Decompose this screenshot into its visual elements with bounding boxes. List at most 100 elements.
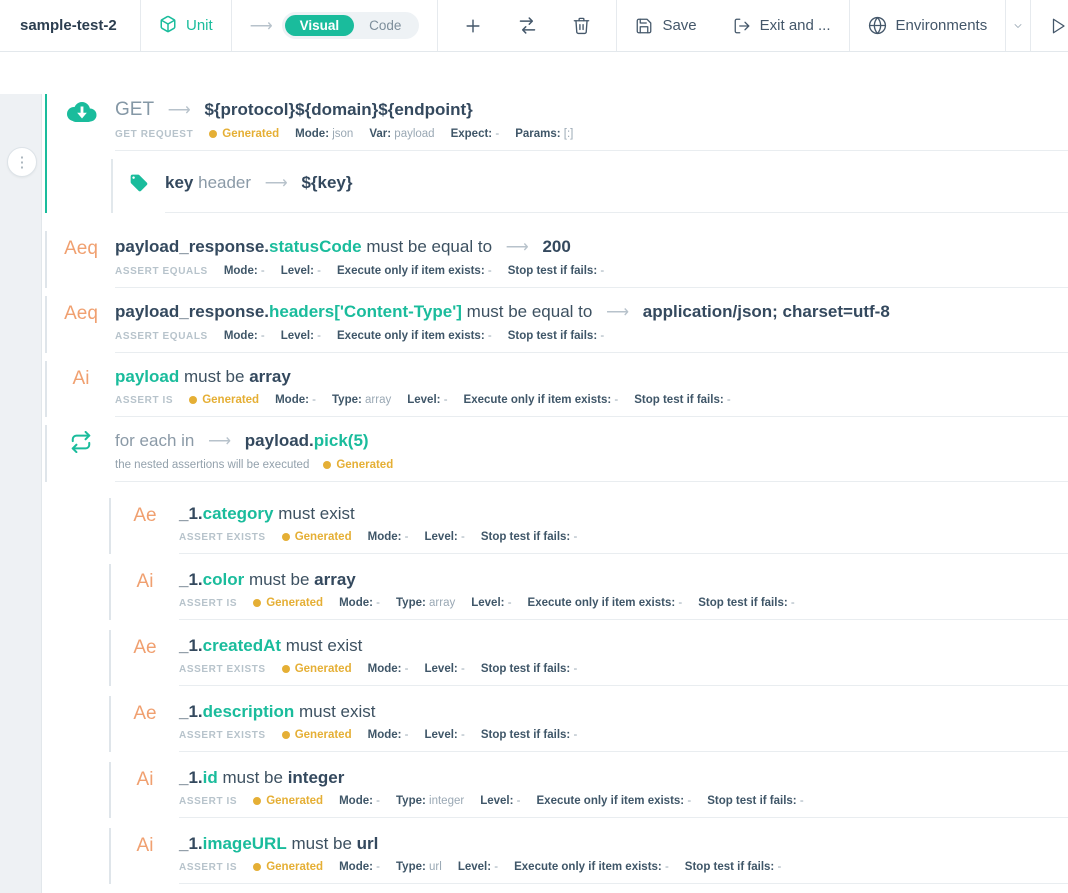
assertion-title: _1.category must exist xyxy=(179,502,1068,526)
component-type-label: ASSERT EQUALS xyxy=(115,266,208,277)
generated-dot-icon xyxy=(323,461,331,469)
component-type-label: ASSERT EXISTS xyxy=(179,664,266,675)
meta-item: Mode: json xyxy=(295,128,353,140)
assertion-component[interactable]: Ae _1.createdAt must exist ASSERT EXISTS… xyxy=(109,630,1068,686)
environments-label: Environments xyxy=(896,17,988,34)
assertion-component[interactable]: Ae _1.description must exist ASSERT EXIS… xyxy=(109,696,1068,752)
meta-item: Stop test if fails: - xyxy=(698,597,795,609)
assertion-title: _1.color must be array xyxy=(179,568,1068,592)
assert-exists-badge: Ae xyxy=(133,636,156,660)
meta-item: Level: - xyxy=(458,861,498,873)
assertion-component[interactable]: Aeq payload_response.statusCode must be … xyxy=(45,231,1068,288)
assert-is-badge: Ai xyxy=(137,570,154,594)
arrow-icon: ⟶ xyxy=(265,175,288,192)
meta-item: Stop test if fails: - xyxy=(685,861,782,873)
generated-badge: Generated xyxy=(253,597,323,609)
header-component[interactable]: key header ⟶ ${key} xyxy=(111,159,1068,213)
save-button[interactable]: Save xyxy=(616,0,714,51)
component-type-label: ASSERT EQUALS xyxy=(115,331,208,342)
swap-components-button[interactable] xyxy=(500,15,555,36)
meta-item: Mode: - xyxy=(368,531,409,543)
foreach-component[interactable]: for each in ⟶ payload.pick(5) the nested… xyxy=(45,425,1068,482)
component-menu-button[interactable]: ⋮ xyxy=(7,147,37,177)
request-method: GET xyxy=(115,99,154,120)
meta-item: Var: payload xyxy=(369,128,434,140)
meta-item: Mode: - xyxy=(339,861,380,873)
component-type-label: ASSERT IS xyxy=(179,862,237,873)
toolbar-test-name[interactable]: sample-test-2 xyxy=(0,0,140,51)
assert-exists-badge: Ae xyxy=(133,504,156,528)
delete-component-button[interactable] xyxy=(555,16,608,35)
generated-dot-icon xyxy=(282,665,290,673)
foreach-title: for each in ⟶ payload.pick(5) xyxy=(115,429,1068,454)
arrow-icon: ⟶ xyxy=(168,102,191,119)
meta-item: Stop test if fails: - xyxy=(508,265,605,277)
assertion-component[interactable]: Ae _1.category must exist ASSERT EXISTS … xyxy=(109,498,1068,554)
arrow-icon: ⟶ xyxy=(208,433,231,450)
assertion-title: _1.createdAt must exist xyxy=(179,634,1068,658)
globe-icon xyxy=(868,16,887,35)
assertion-component[interactable]: Aeq payload_response.headers['Content-Ty… xyxy=(45,296,1068,353)
component-type-label: ASSERT IS xyxy=(179,796,237,807)
environments-dropdown-toggle[interactable] xyxy=(1005,0,1031,51)
meta-item: Type: integer xyxy=(396,795,464,807)
assertion-title: _1.imageURL must be url xyxy=(179,832,1068,856)
arrow-icon: ⟶ xyxy=(606,304,629,321)
generated-dot-icon xyxy=(253,599,261,607)
exit-button[interactable]: Exit and ... xyxy=(715,0,849,51)
meta-item: Mode: - xyxy=(368,729,409,741)
assert-is-badge: Ai xyxy=(137,768,154,792)
generated-badge: Generated xyxy=(323,459,393,471)
meta-item: Stop test if fails: - xyxy=(508,330,605,342)
assertion-subline: ASSERT EXISTS Generated Mode: - Level: -… xyxy=(179,729,1068,741)
play-icon xyxy=(1049,17,1067,35)
component-type-label: ASSERT IS xyxy=(179,598,237,609)
assertion-component[interactable]: Ai payload must be array ASSERT IS Gener… xyxy=(45,361,1068,417)
assertion-component[interactable]: Ai _1.id must be integer ASSERT IS Gener… xyxy=(109,762,1068,818)
view-pillbox: Visual Code xyxy=(282,12,420,39)
tab-visual[interactable]: Visual xyxy=(285,15,355,36)
assertion-subline: ASSERT IS Generated Mode: - Type: array … xyxy=(115,394,1068,406)
assert-is-badge: Ai xyxy=(73,367,90,391)
generated-dot-icon xyxy=(189,396,197,404)
meta-item: Execute only if item exists: - xyxy=(464,394,619,406)
plus-icon xyxy=(463,16,483,36)
assertion-title: payload_response.statusCode must be equa… xyxy=(115,235,1068,260)
meta-item: Mode: - xyxy=(275,394,316,406)
assertion-component[interactable]: Ai _1.imageURL must be url ASSERT IS Gen… xyxy=(109,828,1068,884)
assert-is-badge: Ai xyxy=(137,834,154,858)
tab-code[interactable]: Code xyxy=(354,15,416,36)
component-type-label: GET REQUEST xyxy=(115,129,193,140)
toolbar: sample-test-2 Unit ⟶ Visual Code Save Ex… xyxy=(0,0,1068,52)
arrow-icon: ⟶ xyxy=(506,239,529,256)
repeat-icon xyxy=(47,425,115,482)
assert-equals-badge: Aeq xyxy=(64,237,98,261)
request-subline: GET REQUEST Generated Mode: json Var: pa… xyxy=(115,128,1068,140)
exit-icon xyxy=(733,17,751,35)
meta-item: Level: - xyxy=(480,795,520,807)
tag-icon xyxy=(113,159,165,213)
request-title: GET ⟶ ${protocol}${domain}${endpoint} xyxy=(115,98,1068,123)
run-button[interactable]: Run xyxy=(1031,0,1068,51)
assert-equals-badge: Aeq xyxy=(64,302,98,326)
meta-item: Mode: - xyxy=(368,663,409,675)
generated-badge: Generated xyxy=(253,795,323,807)
meta-item: Mode: - xyxy=(224,330,265,342)
meta-item: Execute only if item exists: - xyxy=(337,330,492,342)
nested-assertions: Ae _1.category must exist ASSERT EXISTS … xyxy=(109,498,1068,884)
assertion-component[interactable]: Ai _1.color must be array ASSERT IS Gene… xyxy=(109,564,1068,620)
generated-badge: Generated xyxy=(209,128,279,140)
generated-dot-icon xyxy=(253,797,261,805)
add-component-button[interactable] xyxy=(446,16,500,36)
unit-button[interactable]: Unit xyxy=(140,0,231,51)
component-actions xyxy=(437,0,616,51)
meta-item: Level: - xyxy=(425,663,465,675)
meta-item: Level: - xyxy=(425,729,465,741)
assertion-subline: ASSERT IS Generated Mode: - Type: url Le… xyxy=(179,861,1068,873)
meta-item: Expect: - xyxy=(451,128,500,140)
environments-button[interactable]: Environments xyxy=(849,0,1006,51)
foreach-subline: the nested assertions will be executed G… xyxy=(115,459,1068,471)
meta-item: Stop test if fails: - xyxy=(707,795,804,807)
generated-dot-icon xyxy=(282,533,290,541)
get-request-component[interactable]: GET ⟶ ${protocol}${domain}${endpoint} GE… xyxy=(45,94,1068,213)
